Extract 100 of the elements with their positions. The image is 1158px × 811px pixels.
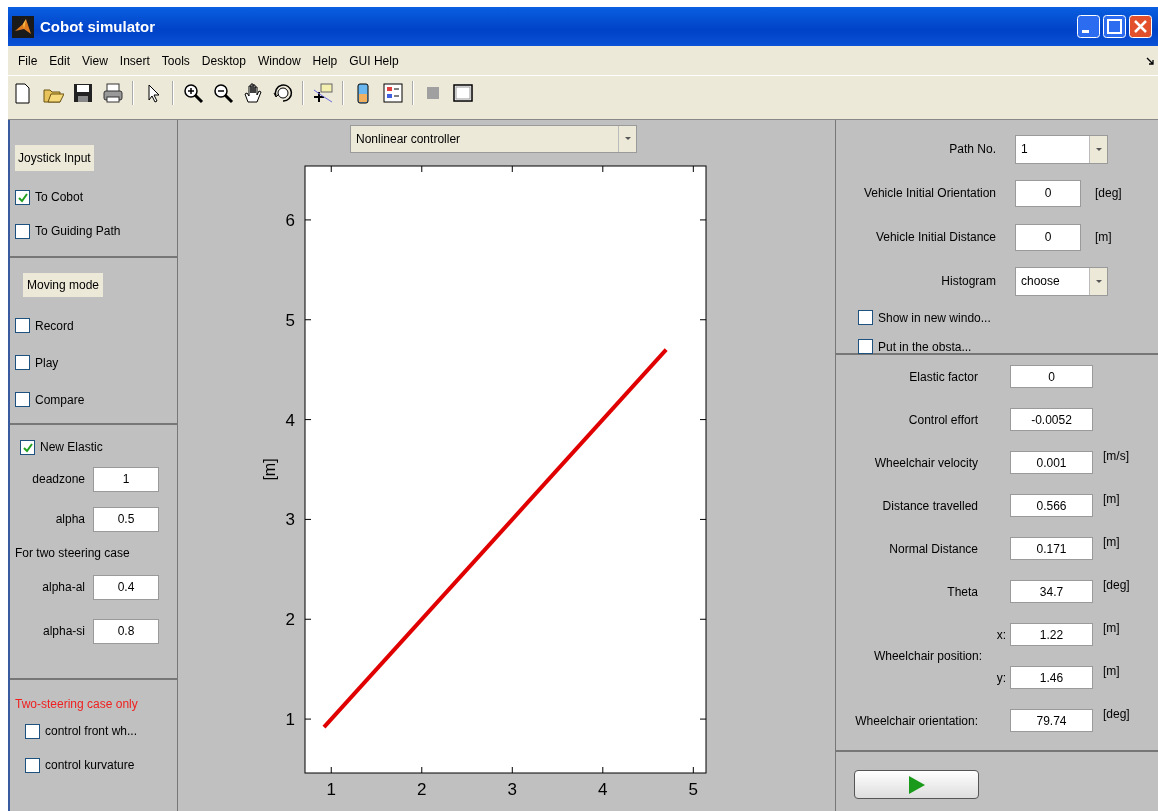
checkbox-label: Compare <box>35 392 85 407</box>
unit-label: [m] <box>1102 620 1121 637</box>
run-button[interactable] <box>854 770 979 799</box>
menu-item[interactable]: GUI Help <box>343 53 405 68</box>
checkbox[interactable] <box>20 439 35 455</box>
field-label: Theta <box>946 584 979 599</box>
tick-label: 1 <box>326 780 336 799</box>
section-label: Moving mode <box>23 273 104 297</box>
checkbox[interactable] <box>15 392 30 407</box>
close-icon[interactable] <box>1129 15 1152 38</box>
axis-field-label: x: <box>995 627 1007 642</box>
tick-label: 2 <box>417 780 427 799</box>
field-label: Control effort <box>907 412 979 427</box>
zoom-in-icon[interactable] <box>182 82 204 104</box>
menu-item[interactable]: View <box>76 53 114 68</box>
legend-icon[interactable] <box>382 82 404 104</box>
field-label: Vehicle Initial Orientation <box>862 185 996 202</box>
menu-item[interactable]: Window <box>251 53 307 68</box>
field-label: alpha <box>54 512 85 526</box>
dropdown[interactable]: choose <box>1015 266 1108 296</box>
field-label: Wheelchair position: <box>872 649 982 663</box>
field-label: Wheelchair orientation: <box>854 713 979 728</box>
menu-item[interactable]: Edit <box>43 53 77 68</box>
checkbox[interactable] <box>25 757 40 773</box>
maximize-icon[interactable] <box>1103 15 1126 38</box>
checkbox-label: Record <box>35 318 74 333</box>
play-icon <box>908 775 925 794</box>
unit-label: [m] <box>1094 230 1113 244</box>
caret-icon <box>1095 279 1102 283</box>
checkbox-label: control kurvature <box>45 758 135 772</box>
checkbox[interactable] <box>25 723 40 739</box>
readout-field: 0.001 <box>1010 451 1093 474</box>
tick-label: 3 <box>285 510 295 530</box>
data-cursor-icon[interactable] <box>312 82 334 104</box>
dropdown[interactable]: 1 <box>1015 134 1108 164</box>
checkbox-label: New Elastic <box>40 440 103 454</box>
window-title: Cobot simulator <box>40 18 156 35</box>
readout-field: 79.74 <box>1010 709 1093 732</box>
input-field[interactable]: 0 <box>1015 179 1081 207</box>
field-label: Path No. <box>948 141 996 158</box>
plot-box-icon[interactable] <box>452 82 474 104</box>
input-field[interactable]: 0 <box>1015 223 1081 251</box>
field-label: alpha-si <box>41 624 85 638</box>
field-label: alpha-al <box>41 580 85 594</box>
dropdown[interactable]: Nonlinear controller <box>350 124 637 153</box>
tick-label: 1 <box>285 710 295 730</box>
menu-item[interactable]: Help <box>306 53 344 68</box>
minimize-icon[interactable] <box>1077 15 1100 38</box>
unit-label: [deg] <box>1102 577 1131 594</box>
menu-item[interactable]: File <box>12 53 44 68</box>
checkbox-label: To Cobot <box>35 190 84 204</box>
tick-label: 5 <box>285 310 295 330</box>
menu-item[interactable]: Insert <box>113 53 156 68</box>
field-label: Vehicle Initial Distance <box>874 229 996 246</box>
checkbox-label: Show in new windo... <box>878 310 991 325</box>
checkbox[interactable] <box>15 355 30 370</box>
tick-label: 6 <box>285 210 295 230</box>
checkbox-label: Put in the obsta... <box>878 339 972 354</box>
checkbox[interactable] <box>15 189 30 205</box>
input-field[interactable]: 1 <box>93 466 159 492</box>
tick-label: 4 <box>598 780 608 799</box>
input-field[interactable]: 0.8 <box>93 618 159 644</box>
checkbox[interactable] <box>858 339 873 354</box>
print-icon[interactable] <box>102 82 124 104</box>
tick-label: 3 <box>507 780 517 799</box>
check-icon <box>21 441 34 453</box>
rotate-icon[interactable] <box>272 82 294 104</box>
checkbox-label: control front wh... <box>45 724 138 738</box>
readout-field: 0.171 <box>1010 537 1093 560</box>
readout-field: 0.566 <box>1010 494 1093 517</box>
readout-field: 0 <box>1010 365 1093 388</box>
axis-field-label: y: <box>995 670 1007 685</box>
input-field[interactable]: 0.4 <box>93 574 159 600</box>
zoom-out-icon[interactable] <box>212 82 234 104</box>
menu-item[interactable]: Desktop <box>195 53 252 68</box>
unit-label: [deg] <box>1094 186 1123 200</box>
checkbox-label: Play <box>35 355 59 370</box>
field-label: Histogram <box>940 273 996 290</box>
caret-icon <box>1095 147 1102 151</box>
readout-field: -0.0052 <box>1010 408 1093 431</box>
unit-label: [m] <box>1102 491 1121 508</box>
axis-label: [m] <box>261 458 278 481</box>
unit-label: [deg] <box>1102 706 1131 723</box>
checkbox[interactable] <box>15 318 30 333</box>
unit-label: [m/s] <box>1102 448 1130 465</box>
tick-label: 5 <box>688 780 699 799</box>
checkbox[interactable] <box>15 223 30 239</box>
note-text: For two steering case <box>15 546 130 560</box>
menu-item[interactable]: Tools <box>155 53 196 68</box>
unit-label: [m] <box>1102 534 1121 551</box>
input-field[interactable]: 0.5 <box>93 506 159 532</box>
dock-arrow-icon[interactable] <box>1146 56 1154 65</box>
section-title: Two-steering case only <box>15 696 139 713</box>
caret-icon <box>624 137 631 140</box>
save-icon[interactable] <box>72 82 94 104</box>
tick-label: 2 <box>285 610 295 630</box>
checkbox[interactable] <box>858 310 873 325</box>
readout-field: 1.46 <box>1010 666 1093 689</box>
hand-icon[interactable] <box>242 82 264 104</box>
readout-field: 34.7 <box>1010 580 1093 603</box>
